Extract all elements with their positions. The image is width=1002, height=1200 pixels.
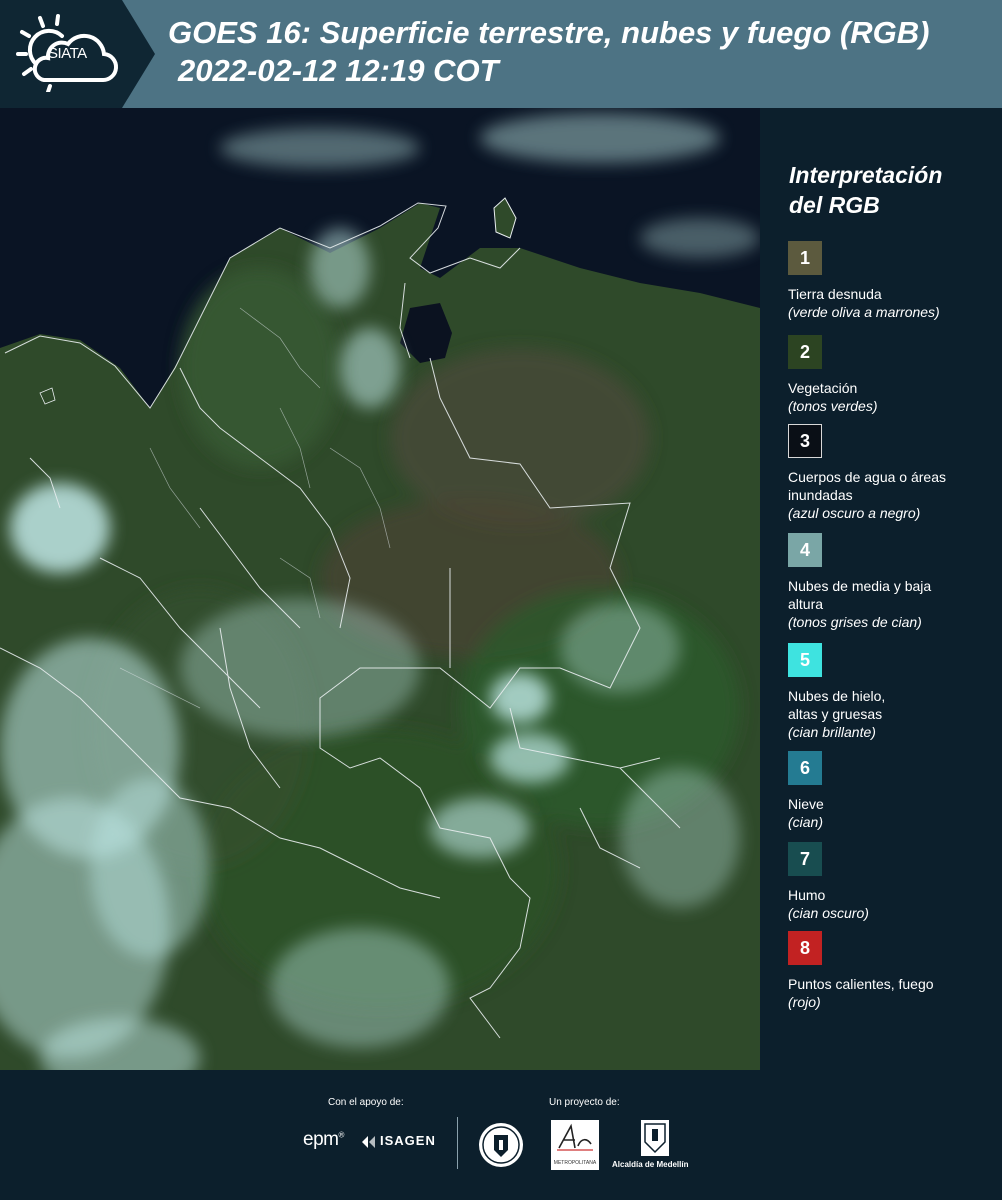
satellite-image xyxy=(0,108,760,1070)
alcaldia-shield-icon xyxy=(641,1120,669,1156)
legend-number: 1 xyxy=(799,247,810,268)
legend-number: 2 xyxy=(799,341,810,362)
legend-label: Tierra desnuda xyxy=(788,286,882,302)
legend-number: 5 xyxy=(799,649,810,670)
legend-sub: (cian) xyxy=(788,814,824,830)
legend-swatch: 4 xyxy=(788,533,822,567)
shield-icon xyxy=(644,1123,666,1154)
legend-sub: (tonos grises de cian) xyxy=(788,614,922,630)
area-script-icon xyxy=(557,1123,593,1151)
legend-item-fire: 8 Puntos calientes, fuego (rojo) xyxy=(788,931,998,1011)
legend-item-snow: 6 Nieve (cian) xyxy=(788,751,998,831)
legend-title-line-2: del RGB xyxy=(789,192,880,218)
legend-number: 7 xyxy=(799,848,810,869)
legend-item-vegetation: 2 Vegetación (tonos verdes) xyxy=(788,335,998,415)
legend-sub: (rojo) xyxy=(788,994,821,1010)
legend-item-bare-land: 1 Tierra desnuda (verde oliva a marrones… xyxy=(788,241,998,321)
legend-title-line-1: Interpretación xyxy=(789,162,943,188)
satellite-map[interactable] xyxy=(0,108,760,1070)
legend-item-ice-clouds: 5 Nubes de hielo, altas y gruesas (cian … xyxy=(788,643,998,741)
support-label: Con el apoyo de: xyxy=(328,1097,404,1108)
area-metropolitana-logo: METROPOLITANA xyxy=(551,1120,599,1170)
project-label: Un proyecto de: xyxy=(549,1097,620,1108)
title-line-2: 2022-02-12 12:19 COT xyxy=(178,53,499,88)
logo-panel: SIATA xyxy=(0,0,155,108)
epm-logo: epm® xyxy=(303,1129,344,1150)
legend-item-mid-low-clouds: 4 Nubes de media y baja altura (tonos gr… xyxy=(788,533,998,631)
legend-swatch: 2 xyxy=(788,335,822,369)
isagen-mark-icon xyxy=(362,1136,375,1148)
divider xyxy=(457,1117,458,1169)
legend-number: 4 xyxy=(799,539,810,560)
legend-label: Vegetación xyxy=(788,380,858,396)
alcaldia-logo-text: Alcaldía de Medellín xyxy=(612,1160,689,1169)
medellin-seal-icon xyxy=(479,1123,523,1167)
legend-swatch: 3 xyxy=(788,424,822,458)
epm-logo-text: epm xyxy=(303,1129,339,1150)
legend-panel: Interpretación del RGB 1 Tierra desnuda … xyxy=(773,108,1002,1070)
legend-number: 6 xyxy=(799,757,810,778)
legend-sub: (azul oscuro a negro) xyxy=(788,505,921,521)
legend-label: Cuerpos de agua o áreas inundadas xyxy=(788,469,946,503)
legend-swatch: 1 xyxy=(788,241,822,275)
legend-title: Interpretación del RGB xyxy=(789,160,999,220)
logo-text: SIATA xyxy=(48,45,87,62)
title-line-1: GOES 16: Superficie terrestre, nubes y f… xyxy=(168,15,930,50)
legend-label: Humo xyxy=(788,887,826,903)
legend-swatch: 5 xyxy=(788,643,822,677)
legend-swatch: 7 xyxy=(788,842,822,876)
legend-sub: (tonos verdes) xyxy=(788,398,878,414)
legend-number: 3 xyxy=(799,430,810,451)
legend-label: Nieve xyxy=(788,796,824,812)
area-metropolitana-text: METROPOLITANA xyxy=(553,1160,597,1166)
isagen-logo: ISAGEN xyxy=(380,1133,436,1148)
legend-label: Nubes de hielo, altas y gruesas xyxy=(788,688,886,722)
legend-sub: (cian oscuro) xyxy=(788,905,869,921)
legend-label: Nubes de media y baja altura xyxy=(788,578,932,612)
header-bar: SIATA GOES 16: Superficie terrestre, nub… xyxy=(0,0,1002,108)
footer: Con el apoyo de: Un proyecto de: epm® IS… xyxy=(0,1070,1002,1200)
legend-swatch: 8 xyxy=(788,931,822,965)
legend-item-water: 3 Cuerpos de agua o áreas inundadas (azu… xyxy=(788,424,998,522)
legend-swatch: 6 xyxy=(788,751,822,785)
legend-sub: (cian brillante) xyxy=(788,724,876,740)
page-title: GOES 16: Superficie terrestre, nubes y f… xyxy=(168,14,998,90)
legend-item-smoke: 7 Humo (cian oscuro) xyxy=(788,842,998,922)
legend-label: Puntos calientes, fuego xyxy=(788,976,934,992)
legend-sub: (verde oliva a marrones) xyxy=(788,304,940,320)
legend-number: 8 xyxy=(799,937,810,958)
